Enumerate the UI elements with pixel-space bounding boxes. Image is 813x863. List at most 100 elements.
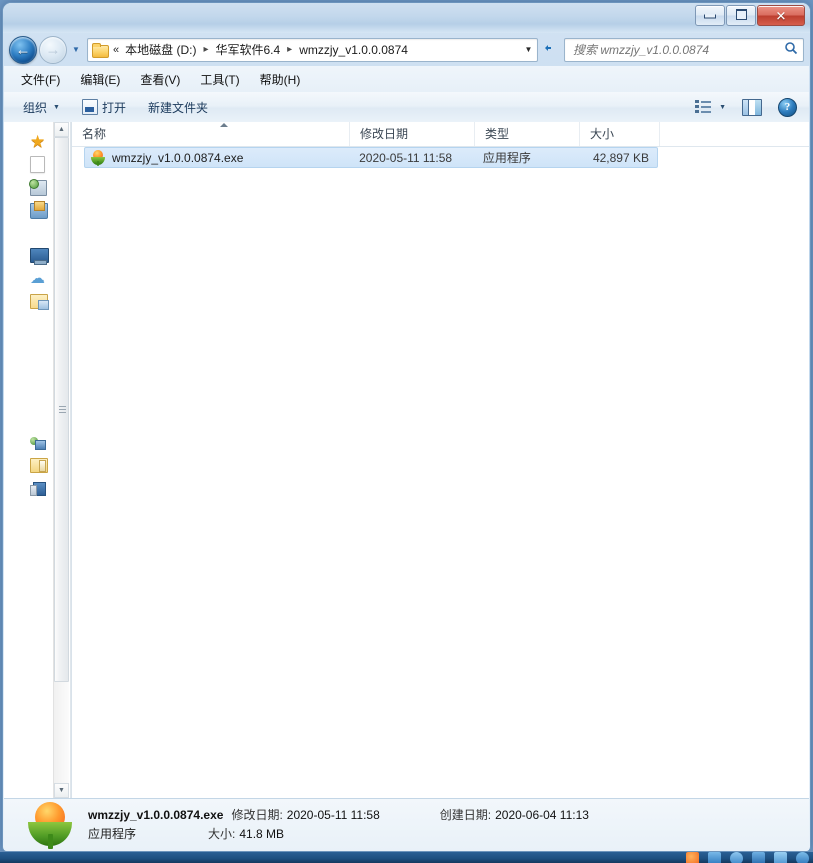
folder-icon	[92, 42, 109, 58]
breadcrumb-item-drive[interactable]: 本地磁盘 (D:)	[123, 40, 198, 59]
navigation-buttons: ← → ▼	[9, 35, 82, 64]
downloads-icon	[30, 200, 48, 219]
maximize-button[interactable]	[726, 5, 756, 26]
breadcrumb-item-current[interactable]: wmzzjy_v1.0.0.0874	[297, 42, 410, 58]
sidebar-item-desktop[interactable]	[4, 244, 54, 267]
details-line-1: wmzzjy_v1.0.0.0874.exe 修改日期: 2020-05-11 …	[88, 806, 589, 825]
address-bar[interactable]: « 本地磁盘 (D:) ▸ 华军软件6.4 ▸ wmzzjy_v1.0.0.08…	[87, 37, 538, 62]
sidebar-item-network[interactable]	[4, 431, 54, 454]
table-row[interactable]: wmzzjy_v1.0.0.0874.exe 2020-05-11 11:58 …	[84, 147, 658, 168]
app-icon-5[interactable]	[796, 852, 809, 863]
preview-pane-icon[interactable]	[742, 98, 762, 116]
menu-file[interactable]: 文件(F)	[12, 68, 69, 91]
app-logo-icon	[90, 149, 106, 166]
sidebar-item-cloud[interactable]: ☁	[4, 267, 54, 290]
column-header-date[interactable]: 修改日期	[350, 122, 475, 146]
view-chevron-down-icon[interactable]: ▼	[719, 104, 726, 111]
taskbar[interactable]	[0, 852, 813, 863]
scroll-up-button[interactable]: ▲	[54, 122, 69, 137]
help-icon[interactable]: ?	[778, 97, 797, 117]
title-bar[interactable]: ✕	[3, 3, 810, 33]
explorer-body: ★ ☁ ▲ ▼ 名称 修改日期 类型 大小 wmzzjy_v1.0.0.0874…	[4, 122, 809, 798]
menu-bar: 文件(F) 编辑(E) 查看(V) 工具(T) 帮助(H)	[4, 66, 809, 92]
app-icon-3[interactable]	[752, 852, 765, 863]
file-list-pane[interactable]: 名称 修改日期 类型 大小 wmzzjy_v1.0.0.0874.exe 202…	[71, 122, 809, 798]
forward-button[interactable]: →	[39, 35, 67, 64]
sidebar-item-favorites[interactable]: ★	[4, 130, 54, 153]
details-type-value: 应用程序	[88, 827, 137, 841]
history-dropdown-button[interactable]: ▼	[70, 45, 82, 54]
search-input[interactable]	[565, 41, 779, 58]
details-size-value: 41.8 MB	[239, 827, 285, 841]
minimize-button[interactable]	[695, 5, 725, 26]
menu-help[interactable]: 帮助(H)	[251, 68, 310, 91]
file-rows: wmzzjy_v1.0.0.0874.exe 2020-05-11 11:58 …	[72, 147, 809, 168]
folder-icon	[30, 458, 48, 473]
scroll-down-button[interactable]: ▼	[54, 783, 69, 798]
recent-places-icon	[29, 178, 47, 196]
new-folder-button[interactable]: 新建文件夹	[139, 95, 217, 120]
address-dropdown-icon[interactable]: ▼	[520, 45, 537, 54]
taskbar-icons	[686, 852, 809, 863]
refresh-icon	[544, 44, 551, 51]
menu-view[interactable]: 查看(V)	[131, 68, 189, 91]
sidebar-item-computer[interactable]	[4, 477, 54, 500]
sidebar-item-blank[interactable]	[4, 153, 54, 176]
blank-document-icon	[30, 156, 45, 173]
new-folder-label: 新建文件夹	[147, 100, 208, 115]
details-filename: wmzzjy_v1.0.0.0874.exe	[88, 808, 224, 822]
file-name-label: wmzzjy_v1.0.0.0874.exe	[112, 150, 244, 165]
breadcrumb-separator-icon: ▸	[287, 44, 293, 55]
open-label: 打开	[101, 100, 126, 115]
computer-icon	[30, 481, 46, 496]
minimize-icon	[696, 10, 724, 21]
navigation-scrollbar[interactable]: ▲ ▼	[53, 122, 69, 798]
browser-icon[interactable]	[686, 852, 699, 863]
toolbar-right-group: ▼ ?	[691, 97, 809, 117]
search-icon[interactable]	[779, 41, 803, 58]
open-icon	[81, 99, 98, 115]
column-headers: 名称 修改日期 类型 大小	[72, 122, 809, 147]
app-icon-4[interactable]	[774, 852, 787, 863]
onedrive-cloud-icon: ☁	[30, 269, 45, 287]
breadcrumb-overflow-icon[interactable]: «	[113, 44, 119, 56]
app-icon-2[interactable]	[730, 852, 743, 863]
sidebar-item-downloads[interactable]	[4, 199, 54, 222]
column-header-name[interactable]: 名称	[72, 122, 350, 146]
details-created-value: 2020-06-04 11:13	[495, 808, 589, 822]
sidebar-item-folder[interactable]	[4, 454, 54, 477]
network-icon	[30, 436, 46, 450]
address-bar-row: ← → ▼ « 本地磁盘 (D:) ▸ 华军软件6.4 ▸ wmzzjy_v1.…	[3, 33, 810, 66]
libraries-folder-icon	[30, 294, 49, 310]
file-size-cell: 42,897 KB	[592, 150, 649, 165]
column-header-size[interactable]: 大小	[580, 122, 660, 146]
menu-edit[interactable]: 编辑(E)	[71, 68, 129, 91]
open-button[interactable]: 打开	[73, 95, 135, 120]
scrollbar-thumb[interactable]	[54, 137, 69, 682]
column-header-type[interactable]: 类型	[475, 122, 580, 146]
back-arrow-icon: ←	[15, 41, 31, 58]
search-box[interactable]	[564, 37, 804, 62]
sidebar-item-recent[interactable]	[4, 176, 54, 199]
back-button[interactable]: ←	[9, 35, 37, 64]
close-button[interactable]: ✕	[757, 5, 805, 26]
favorites-star-icon: ★	[30, 131, 46, 151]
app-icon-1[interactable]	[708, 852, 721, 863]
details-modified-label: 修改日期:	[231, 808, 283, 822]
scrollbar-grip-icon	[59, 405, 66, 414]
explorer-window: ✕ ← → ▼ « 本地磁盘 (D:) ▸ 华军软件6.4 ▸ wmzzjy_v…	[3, 3, 810, 851]
file-name-cell: wmzzjy_v1.0.0.0874.exe	[85, 149, 350, 166]
close-icon: ✕	[775, 8, 787, 23]
organize-button[interactable]: 组织 ▼	[14, 95, 69, 120]
command-toolbar: 组织 ▼ 打开 新建文件夹 ▼ ?	[4, 92, 809, 123]
breadcrumb-item-folder[interactable]: 华军软件6.4	[213, 40, 282, 59]
change-view-icon[interactable]	[695, 100, 713, 114]
details-line-2: 应用程序 大小: 41.8 MB	[88, 825, 589, 844]
details-size-label: 大小:	[208, 827, 236, 841]
menu-tools[interactable]: 工具(T)	[191, 68, 248, 91]
refresh-button[interactable]	[538, 41, 560, 59]
forward-arrow-icon: →	[45, 41, 61, 58]
details-pane: wmzzjy_v1.0.0.0874.exe 修改日期: 2020-05-11 …	[4, 798, 809, 851]
organize-label: 组织	[23, 100, 48, 115]
sidebar-item-libraries[interactable]	[4, 290, 54, 313]
